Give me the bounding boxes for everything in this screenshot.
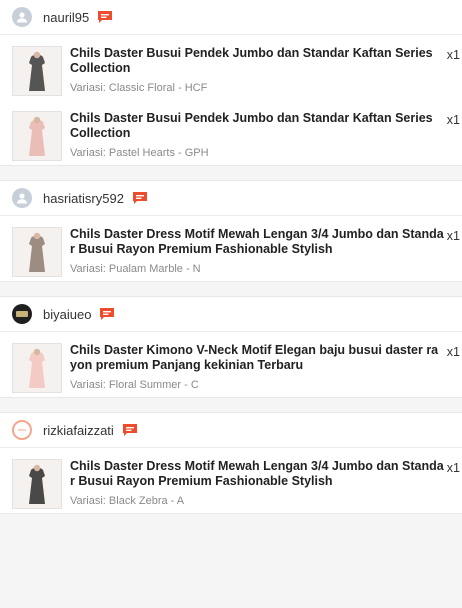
user-avatar-icon[interactable] [12, 420, 32, 440]
product-thumbnail[interactable] [12, 343, 62, 393]
product-info: Chils Daster Dress Motif Mewah Lengan 3/… [70, 227, 444, 275]
product-variant: Variasi: Floral Summer - C [70, 379, 199, 391]
product-title[interactable]: Chils Daster Busui Pendek Jumbo dan Stan… [70, 111, 444, 141]
order-group: hasriatisry592 Chils Daster Dress Motif M… [0, 180, 462, 282]
product-thumbnail[interactable] [12, 459, 62, 509]
item-quantity: x1 [446, 461, 460, 475]
buyer-username[interactable]: nauril95 [43, 10, 89, 25]
product-info: Chils Daster Kimono V-Neck Motif Elegan … [70, 343, 444, 391]
product-thumbnail[interactable] [12, 111, 62, 161]
item-quantity: x1 [446, 113, 460, 127]
product-variant: Variasi: Pastel Hearts - GPH [70, 147, 209, 159]
item-quantity: x1 [446, 48, 460, 62]
product-info: Chils Daster Busui Pendek Jumbo dan Stan… [70, 46, 444, 94]
product-thumbnail[interactable] [12, 46, 62, 96]
product-variant: Variasi: Pualam Marble - N [70, 263, 201, 275]
product-title[interactable]: Chils Daster Dress Motif Mewah Lengan 3/… [70, 459, 444, 489]
buyer-row[interactable]: rizkiafaizzati [0, 413, 462, 448]
buyer-username[interactable]: hasriatisry592 [43, 191, 124, 206]
order-item[interactable]: Chils Daster Dress Motif Mewah Lengan 3/… [0, 448, 462, 513]
item-quantity: x1 [446, 229, 460, 243]
order-item[interactable]: Chils Daster Kimono V-Neck Motif Elegan … [0, 332, 462, 397]
product-thumbnail[interactable] [12, 227, 62, 277]
order-item[interactable]: Chils Daster Dress Motif Mewah Lengan 3/… [0, 216, 462, 281]
product-variant: Variasi: Classic Floral - HCF [70, 82, 208, 94]
order-group: rizkiafaizzati Chils Daster Dress Motif M… [0, 412, 462, 514]
chat-bubble-icon[interactable] [97, 10, 113, 24]
product-info: Chils Daster Busui Pendek Jumbo dan Stan… [70, 111, 444, 159]
chat-bubble-icon[interactable] [99, 307, 115, 321]
product-variant: Variasi: Black Zebra - A [70, 495, 185, 507]
product-title[interactable]: Chils Daster Busui Pendek Jumbo dan Stan… [70, 46, 444, 76]
order-item[interactable]: Chils Daster Busui Pendek Jumbo dan Stan… [0, 100, 462, 165]
order-list: nauril95 Chils Daster Busui Pendek Jumbo … [0, 0, 462, 514]
item-quantity: x1 [446, 345, 460, 359]
user-avatar-icon[interactable] [12, 304, 32, 324]
order-item[interactable]: Chils Daster Busui Pendek Jumbo dan Stan… [0, 35, 462, 100]
order-group: biyaiueo Chils Daster Kimono V-Neck Motif… [0, 296, 462, 398]
buyer-username[interactable]: biyaiueo [43, 307, 91, 322]
buyer-username[interactable]: rizkiafaizzati [43, 423, 114, 438]
order-group: nauril95 Chils Daster Busui Pendek Jumbo … [0, 0, 462, 166]
chat-bubble-icon[interactable] [132, 191, 148, 205]
user-avatar-icon[interactable] [12, 188, 32, 208]
buyer-row[interactable]: hasriatisry592 [0, 181, 462, 216]
product-title[interactable]: Chils Daster Dress Motif Mewah Lengan 3/… [70, 227, 444, 257]
product-info: Chils Daster Dress Motif Mewah Lengan 3/… [70, 459, 444, 507]
product-title[interactable]: Chils Daster Kimono V-Neck Motif Elegan … [70, 343, 444, 373]
buyer-row[interactable]: nauril95 [0, 0, 462, 35]
user-avatar-icon[interactable] [12, 7, 32, 27]
chat-bubble-icon[interactable] [122, 423, 138, 437]
buyer-row[interactable]: biyaiueo [0, 297, 462, 332]
